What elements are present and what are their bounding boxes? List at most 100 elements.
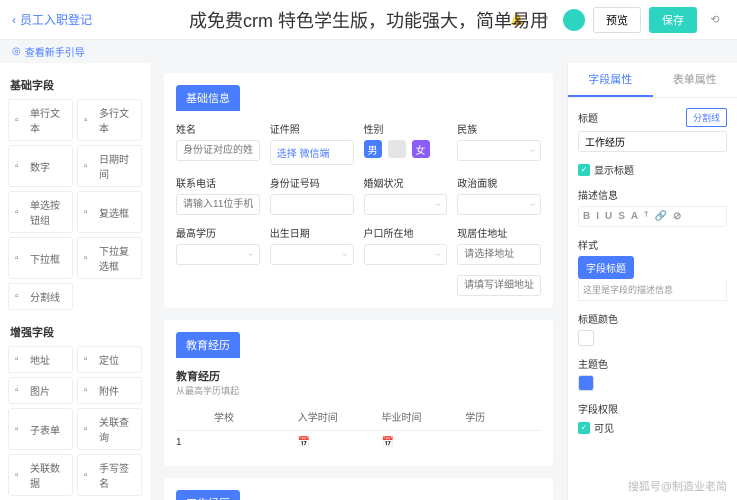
chevron-down-icon — [531, 199, 534, 210]
field-item[interactable]: ▫分割线 — [8, 283, 73, 310]
rich-text-toolbar[interactable]: BIUSAᵀ🔗⊘ — [578, 206, 727, 227]
chevron-left-icon: ‹ — [12, 13, 16, 27]
select-input[interactable] — [457, 140, 541, 161]
guide-link[interactable]: ◎ 查看新手引导 — [0, 40, 737, 63]
check-icon: ✓ — [578, 422, 590, 434]
field-item[interactable]: ▫单行文本 — [8, 99, 73, 141]
table-header-cell: 毕业时间 — [382, 409, 458, 424]
chevron-down-icon — [437, 249, 440, 260]
field-label: 政治面貌 — [457, 175, 541, 190]
field-item[interactable]: ▫复选框 — [77, 191, 142, 233]
check-icon: ✓ — [578, 164, 590, 176]
field-label: 性别 — [364, 121, 448, 136]
select-input[interactable] — [364, 244, 448, 265]
show-title-checkbox[interactable]: ✓ 显示标题 — [578, 162, 727, 177]
field-type-icon: ▫ — [84, 115, 95, 126]
property-panel: 字段属性 表单属性 标题 分割线 ✓ 显示标题 描述信息 — [567, 63, 737, 500]
upload-button[interactable]: 选择 微信端 — [270, 140, 354, 165]
title-input[interactable] — [578, 131, 727, 152]
avatar[interactable] — [563, 9, 585, 31]
field-type-icon: ▫ — [15, 115, 26, 126]
field-item[interactable]: ▫下拉复选框 — [77, 237, 142, 279]
field-label: 民族 — [457, 121, 541, 136]
title-color-label: 标题颜色 — [578, 311, 618, 326]
title-color-swatch[interactable] — [578, 330, 594, 346]
chevron-down-icon — [437, 199, 440, 210]
title-label: 标题 — [578, 110, 598, 125]
field-type-icon: ▫ — [15, 385, 26, 396]
text-input[interactable] — [270, 194, 354, 215]
field-label: 户口所在地 — [364, 225, 448, 240]
chevron-down-icon — [343, 249, 346, 260]
field-item[interactable]: ▫下拉框 — [8, 237, 73, 279]
text-input[interactable] — [176, 194, 260, 215]
page-title: 员工入职登记 — [20, 11, 92, 28]
field-item[interactable]: ▫日期时间 — [77, 145, 142, 187]
style-preview[interactable]: 字段标题 — [578, 256, 634, 279]
form-canvas: 基础信息姓名证件照选择 微信端性别男女民族联系电话身份证号码婚姻状况政治面貌最高… — [150, 63, 567, 500]
radio-option[interactable]: 男 — [364, 140, 382, 158]
table-header-cell: 学历 — [465, 409, 541, 424]
field-label: 联系电话 — [176, 175, 260, 190]
field-type-icon: ▫ — [84, 161, 95, 172]
text-input[interactable] — [457, 275, 541, 296]
table-header-cell: 学校 — [214, 409, 290, 424]
field-item[interactable]: ▫手写签名 — [77, 454, 142, 496]
field-item[interactable]: ▫单选按钮组 — [8, 191, 73, 233]
section-header[interactable]: 基础信息 — [176, 85, 240, 111]
perm-label: 字段权限 — [578, 401, 618, 416]
field-type-icon: ▫ — [84, 470, 95, 481]
select-input[interactable] — [364, 194, 448, 215]
field-type-icon: ▫ — [84, 424, 95, 435]
tab-field-props[interactable]: 字段属性 — [568, 63, 653, 97]
theme-color-label: 主题色 — [578, 356, 608, 371]
hint-text: 从最高学历填起 — [176, 384, 541, 397]
back-button[interactable]: ‹ 员工入职登记 — [12, 11, 92, 28]
field-type-icon: ▫ — [15, 424, 26, 435]
visible-checkbox[interactable]: ✓ 可见 — [578, 420, 727, 435]
field-group-title: 基础字段 — [8, 71, 142, 99]
style-label: 样式 — [578, 237, 598, 252]
field-item[interactable]: ▫定位 — [77, 346, 142, 373]
select-input[interactable] — [270, 244, 354, 265]
select-input[interactable] — [457, 194, 541, 215]
text-input[interactable] — [176, 140, 260, 161]
section-header[interactable]: 教育经历 — [176, 332, 240, 358]
field-item[interactable]: ▫子表单 — [8, 408, 73, 450]
field-item[interactable]: ▫关联数据 — [8, 454, 73, 496]
table-header-cell — [176, 409, 206, 424]
field-item[interactable]: ▫数字 — [8, 145, 73, 187]
tab-form-props[interactable]: 表单属性 — [653, 63, 737, 97]
save-button[interactable]: 保存 — [649, 7, 697, 33]
field-type-icon: ▫ — [15, 253, 26, 264]
field-label: 婚姻状况 — [364, 175, 448, 190]
theme-color-swatch[interactable] — [578, 375, 594, 391]
desc-label: 描述信息 — [578, 187, 618, 202]
watermark: 搜狐号@制造业老简 — [628, 478, 727, 494]
text-input[interactable] — [457, 244, 541, 265]
radio-option[interactable] — [388, 140, 406, 158]
select-input[interactable] — [176, 244, 260, 265]
share-icon[interactable]: ⟲ — [705, 10, 725, 30]
field-item[interactable]: ▫地址 — [8, 346, 73, 373]
field-type-icon: ▫ — [15, 207, 26, 218]
field-item[interactable]: ▫多行文本 — [77, 99, 142, 141]
field-type-icon: ▫ — [15, 161, 26, 172]
preview-button[interactable]: 预览 — [593, 7, 641, 33]
section-header[interactable]: 工作经历 — [176, 490, 240, 500]
chevron-down-icon — [531, 145, 534, 156]
field-label: 出生日期 — [270, 225, 354, 240]
style-desc: 这里是字段的描述信息 — [578, 279, 727, 301]
field-palette: 基础字段▫单行文本▫多行文本▫数字▫日期时间▫单选按钮组▫复选框▫下拉框▫下拉复… — [0, 63, 150, 500]
field-type-icon: ▫ — [84, 354, 95, 365]
field-group-title: 增强字段 — [8, 318, 142, 346]
field-item[interactable]: ▫关联查询 — [77, 408, 142, 450]
radio-option[interactable]: 女 — [412, 140, 430, 158]
field-item[interactable]: ▫附件 — [77, 377, 142, 404]
field-item[interactable]: ▫图片 — [8, 377, 73, 404]
field-type-icon: ▫ — [15, 470, 26, 481]
field-type-icon: ▫ — [15, 291, 26, 302]
table-row[interactable]: 1📅📅 — [176, 431, 541, 454]
divider-button[interactable]: 分割线 — [686, 108, 727, 127]
subsection-title: 教育经历 — [176, 368, 541, 384]
